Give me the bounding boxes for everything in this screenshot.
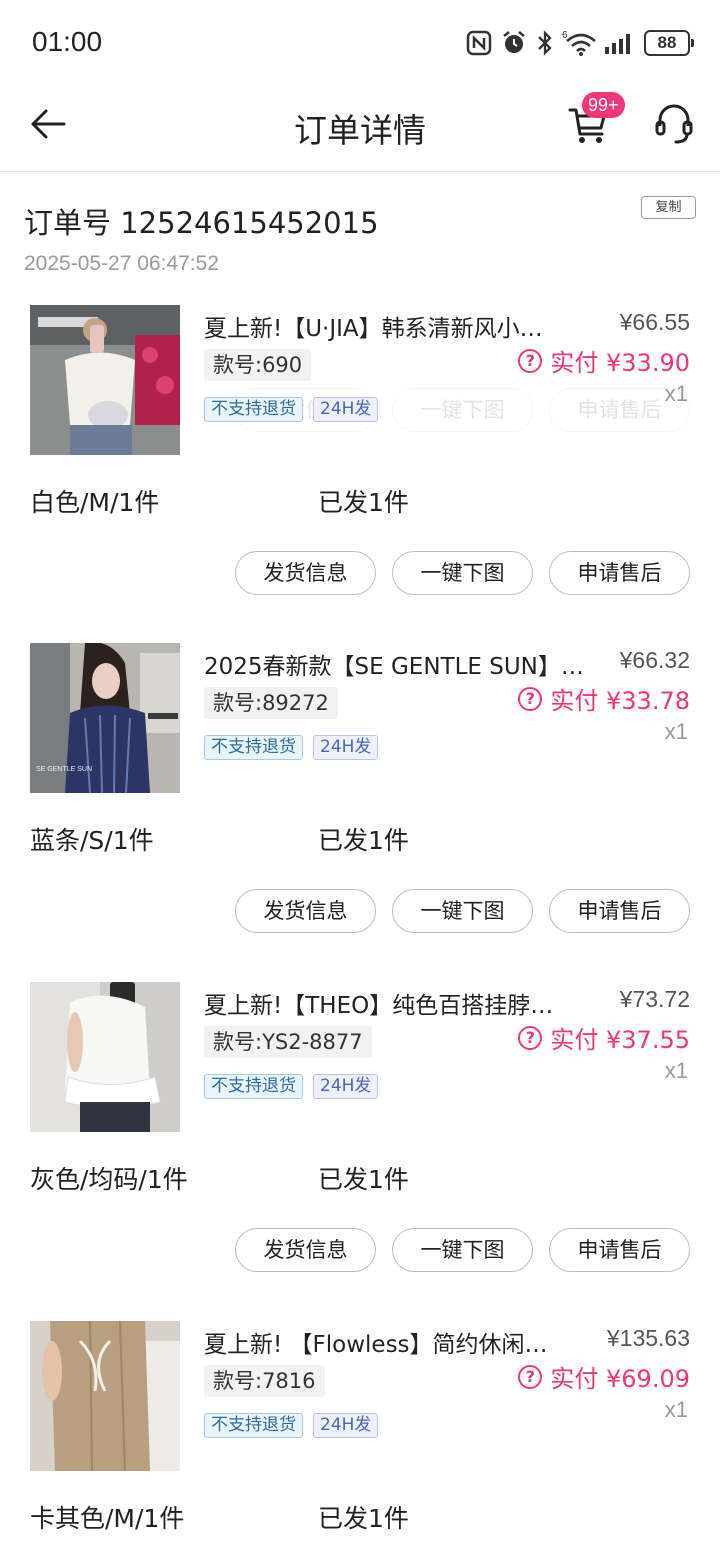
order-item: 夏上新!【U·JIA】韩系清新风小… ¥66.55 款号:690 ? 实付 ¥3… [0,305,720,643]
shipping-info-button[interactable]: 发货信息 [235,889,376,933]
product-name[interactable]: 夏上新!【U·JIA】韩系清新风小… [204,309,584,343]
paid-amount-text: 实付 ¥37.55 [550,1026,690,1054]
after-sale-button[interactable]: 申请售后 [549,889,690,933]
no-return-tag: 不支持退货 [204,397,303,422]
status-icons: 6 88 [466,28,694,58]
alarm-icon [503,31,525,53]
shipped-count: 已发1件 [318,1504,409,1533]
product-name[interactable]: 夏上新!【THEO】纯色百搭挂脖… [204,986,584,1020]
top-nav-bar: 订单详情 99+ [0,84,720,172]
item-spec: 蓝条/S/1件 [30,826,154,855]
item-spec: 卡其色/M/1件 [30,1504,185,1533]
item-actions: 发货信息 一键下图 申请售后 [235,889,690,933]
original-price: ¥66.55 [619,309,690,335]
bluetooth-icon [538,30,552,56]
fast-ship-tag: 24H发 [313,1074,379,1099]
question-icon[interactable]: ? [518,1025,543,1050]
question-icon[interactable]: ? [518,348,543,373]
fast-ship-tag: 24H发 [313,735,379,760]
item-actions: 发货信息 一键下图 申请售后 [235,551,690,595]
product-image[interactable] [30,1321,180,1471]
battery-indicator: 88 [644,30,694,56]
download-images-button[interactable]: 一键下图 [392,551,533,595]
fast-ship-tag: 24H发 [313,1413,379,1438]
question-icon[interactable]: ? [518,686,543,711]
order-number: 订单号 12524615452015 [24,206,379,240]
cart-count-badge: 99+ [582,92,625,118]
wifi-icon: 6 [562,30,596,56]
product-image[interactable] [30,982,180,1132]
style-number: 款号:YS2-8877 [204,1026,372,1058]
paid-amount: ? 实付 ¥33.90 [518,343,690,378]
question-icon[interactable]: ? [518,1364,543,1389]
shipping-info-button[interactable]: 发货信息 [235,1228,376,1272]
paid-amount-text: 实付 ¥69.09 [550,1365,690,1393]
style-number: 款号:690 [204,349,312,381]
download-images-button[interactable]: 一键下图 [392,889,533,933]
product-name[interactable]: 夏上新! 【Flowless】简约休闲… [204,1325,564,1359]
customer-service-icon[interactable] [654,102,694,146]
original-price: ¥66.32 [619,647,690,673]
nfc-icon [466,30,492,56]
order-item: 夏上新!【THEO】纯色百搭挂脖… ¥73.72 款号:YS2-8877 ? 实… [0,982,720,1320]
no-return-tag: 不支持退货 [204,1074,303,1099]
item-actions: 发货信息 一键下图 申请售后 [235,1228,690,1272]
status-time: 01:00 [32,26,103,57]
quantity: x1 [664,381,688,406]
paid-amount: ? 实付 ¥69.09 [518,1359,690,1394]
shipping-info-button[interactable]: 发货信息 [235,551,376,595]
item-spec: 白色/M/1件 [30,488,160,517]
original-price: ¥135.63 [606,1325,690,1351]
paid-amount-text: 实付 ¥33.90 [550,349,690,377]
svg-text:SE GENTLE SUN: SE GENTLE SUN [36,766,92,773]
paid-amount: ? 实付 ¥37.55 [518,1020,690,1055]
quantity: x1 [664,1058,688,1083]
item-spec: 灰色/均码/1件 [30,1165,188,1194]
download-images-button[interactable]: 一键下图 [392,1228,533,1272]
quantity: x1 [664,719,688,744]
original-price: ¥73.72 [619,986,690,1012]
tag-list: 不支持退货 24H发 [204,397,379,422]
quantity: x1 [664,1397,688,1422]
style-number: 款号:7816 [204,1365,325,1397]
tag-list: 不支持退货 24H发 [204,735,379,760]
order-date: 2025-05-27 06:47:52 [24,252,219,275]
after-sale-button[interactable]: 申请售后 [549,1228,690,1272]
order-summary: 发货信息 一键下图 申请售后 订单号 12524615452015 2025-0… [0,172,720,432]
product-image[interactable] [30,305,180,455]
shipped-count: 已发1件 [318,826,409,855]
after-sale-button[interactable]: 申请售后 [549,551,690,595]
style-number: 款号:89272 [204,687,338,719]
no-return-tag: 不支持退货 [204,735,303,760]
product-name[interactable]: 2025春新款【SE GENTLE SUN】… [204,647,584,681]
signal-icon [605,34,630,54]
fast-ship-tag: 24H发 [313,397,379,422]
paid-amount-text: 实付 ¥33.78 [550,687,690,715]
order-item: SE GENTLE SUN 2025春新款【SE GENTLE SUN】… ¥6… [0,643,720,981]
status-bar: 01:00 6 88 [0,0,720,84]
order-item: 夏上新! 【Flowless】简约休闲… ¥135.63 款号:7816 ? 实… [0,1321,720,1549]
tag-list: 不支持退货 24H发 [204,1413,379,1438]
tag-list: 不支持退货 24H发 [204,1074,379,1099]
shipped-count: 已发1件 [318,1165,409,1194]
paid-amount: ? 实付 ¥33.78 [518,681,690,716]
no-return-tag: 不支持退货 [204,1413,303,1438]
product-image[interactable]: SE GENTLE SUN [30,643,180,793]
shipped-count: 已发1件 [318,488,409,517]
copy-order-number-button[interactable]: 复制 [641,196,696,219]
